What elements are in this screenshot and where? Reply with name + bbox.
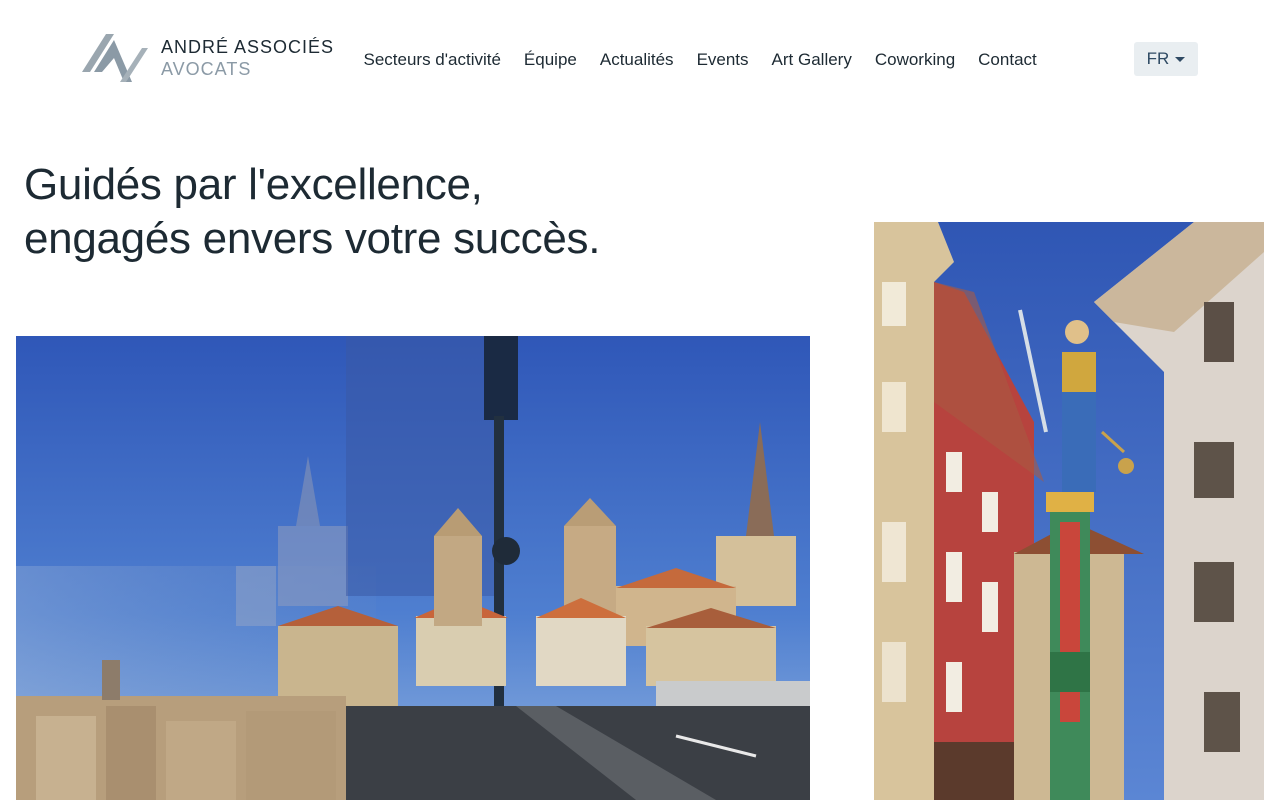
brand-name: ANDRÉ ASSOCIÉS: [161, 37, 335, 57]
nav-item-events[interactable]: Events: [685, 47, 760, 73]
brand-logo[interactable]: ANDRÉ ASSOCIÉS AVOCATS: [80, 30, 340, 88]
site-header: ANDRÉ ASSOCIÉS AVOCATS Secteurs d'activi…: [0, 0, 1280, 120]
nav-item-art-gallery[interactable]: Art Gallery: [760, 47, 863, 73]
nav-item-actualites[interactable]: Actualités: [588, 47, 685, 73]
cathedral-photo: [16, 336, 810, 800]
andre-associes-logo-mark-icon: [82, 34, 148, 82]
hero-image-cathedral: [16, 336, 810, 800]
nav-item-equipe[interactable]: Équipe: [512, 47, 588, 73]
nav-item-secteurs[interactable]: Secteurs d'activité: [352, 47, 512, 73]
brand-subtitle: AVOCATS: [161, 59, 252, 79]
language-dropdown[interactable]: FR: [1134, 42, 1198, 76]
nav-item-contact[interactable]: Contact: [967, 47, 1049, 73]
caret-down-icon: [1175, 56, 1186, 62]
hero-image-fountain: [874, 222, 1264, 800]
nav-item-coworking[interactable]: Coworking: [863, 47, 966, 73]
hero-title: Guidés par l'excellence, engagés envers …: [24, 158, 600, 266]
hero-title-line-1: Guidés par l'excellence,: [24, 160, 483, 209]
main-navigation: Secteurs d'activité Équipe Actualités Ev…: [352, 47, 1048, 73]
fountain-photo: [874, 222, 1264, 800]
hero-title-line-2: engagés envers votre succès.: [24, 214, 601, 263]
language-selected: FR: [1146, 49, 1170, 68]
